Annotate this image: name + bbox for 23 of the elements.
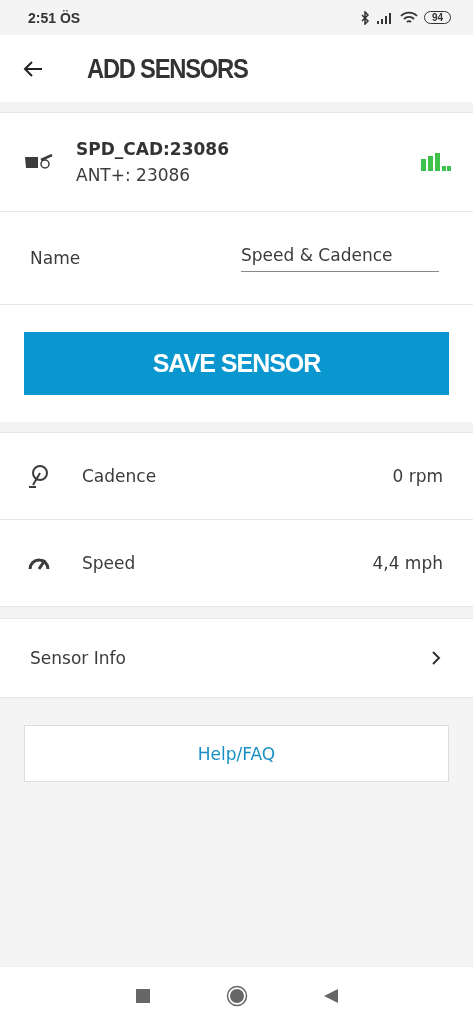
reading-label: Cadence [82,466,158,486]
speedometer-icon [28,556,50,570]
signal-icon [375,11,394,24]
recent-apps-icon[interactable] [134,987,151,1004]
sensor-id: ANT+: 23086 [76,165,192,185]
sensor-icon [24,154,54,170]
reading-label: Speed [82,553,137,573]
chevron-right-icon [431,651,441,665]
sensor-name: SPD_CAD:23086 [76,139,230,159]
wifi-icon [399,10,418,25]
sensor-info-item[interactable]: Sensor Info [0,618,473,698]
name-label: Name [30,248,81,268]
reading-value: 0 rpm [392,466,443,486]
bluetooth-icon [359,10,370,25]
help-faq-button[interactable]: Help/FAQ [24,725,449,782]
status-time: 2:51 ÖS [28,9,81,26]
reading-value: 4,4 mph [372,553,443,573]
page-title: ADD SENSORS [87,52,248,85]
pedal-icon [26,464,50,488]
signal-strength-icon [421,153,451,171]
name-field[interactable]: Speed & Cadence [241,244,439,272]
home-icon[interactable] [225,984,248,1007]
back-icon[interactable] [322,987,339,1004]
